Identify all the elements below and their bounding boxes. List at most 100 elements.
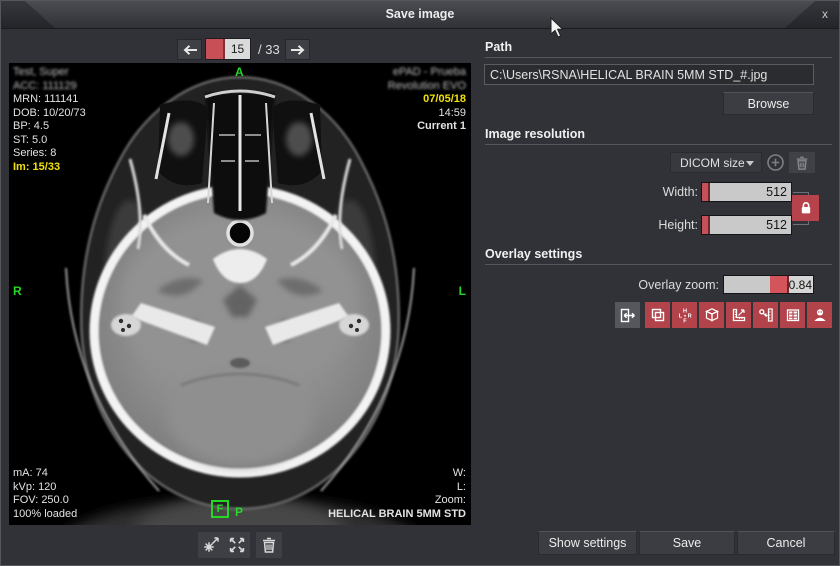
cube-3d-icon — [704, 307, 720, 323]
loaded-line: 100% loaded — [13, 508, 77, 522]
aspect-lock-button[interactable] — [792, 195, 819, 221]
overlay-zoom-label: Overlay zoom: — [561, 278, 719, 292]
close-icon[interactable]: x — [817, 6, 833, 22]
kvp-line: kVp: 120 — [13, 481, 77, 495]
resolution-section-divider — [485, 144, 832, 145]
previous-image-button[interactable] — [177, 39, 202, 60]
st-line: ST: 5.0 — [13, 134, 86, 148]
width-label: Width: — [561, 185, 698, 199]
path-section-divider — [485, 57, 832, 58]
save-image-dialog: Save image x 15 / 33 — [0, 0, 840, 566]
plus-circle-icon — [766, 153, 785, 172]
cancel-button[interactable]: Cancel — [737, 531, 835, 555]
level-line: L: — [328, 481, 466, 495]
orientation-feet-box: F — [211, 500, 229, 518]
toggle-scale-button[interactable] — [753, 302, 778, 328]
height-spinner[interactable]: 512 — [701, 215, 792, 235]
image-number-spinner[interactable]: 15 — [205, 38, 251, 60]
size-preset-value: DICOM size — [680, 156, 745, 170]
browse-button[interactable]: Browse — [723, 92, 814, 115]
toggle-annotations-button[interactable] — [645, 302, 670, 328]
auto-adjust-button[interactable] — [198, 532, 224, 558]
fit-to-window-button[interactable] — [224, 532, 250, 558]
orientation-right: R — [13, 284, 22, 298]
image-index-line: Im: 15/33 — [13, 161, 86, 175]
height-label: Height: — [561, 218, 698, 232]
add-preset-button[interactable] — [765, 152, 786, 173]
overlay-top-right: ePAD - Prueba Revolution EVO 07/05/18 14… — [388, 66, 466, 134]
dialog-title: Save image — [1, 7, 839, 21]
save-button[interactable]: Save — [639, 531, 735, 555]
table-grid-icon — [785, 307, 801, 323]
toggle-grid-button[interactable] — [780, 302, 805, 328]
window-line: W: — [328, 467, 466, 481]
study-date: 07/05/18 — [388, 93, 466, 107]
overlay-toggle-row: HLRF — [615, 302, 832, 328]
ct-image-viewport[interactable]: Test, Super ACC: 111129 MRN: 111141 DOB:… — [9, 63, 471, 525]
toggle-3d-cube-button[interactable] — [699, 302, 724, 328]
zoom-line: Zoom: — [328, 494, 466, 508]
scanner-line: Revolution EVO — [388, 80, 466, 94]
path-input[interactable] — [484, 64, 814, 85]
spinner-fill[interactable] — [206, 39, 225, 59]
show-settings-button[interactable]: Show settings — [538, 531, 637, 555]
overlay-zoom-slider[interactable]: 0.84 — [723, 275, 814, 294]
svg-text:H: H — [682, 308, 686, 314]
series-description: HELICAL BRAIN 5MM STD — [328, 508, 466, 522]
current-label: Current 1 — [388, 120, 466, 134]
arrow-right-icon — [290, 44, 306, 56]
width-value[interactable]: 512 — [710, 183, 791, 201]
institution-line: ePAD - Prueba — [388, 66, 466, 80]
path-section-heading: Path — [485, 40, 512, 54]
overlay-bottom-left: mA: 74 kVp: 120 FOV: 250.0 100% loaded — [13, 467, 77, 521]
toggle-measurements-button[interactable] — [726, 302, 751, 328]
overlay-top-left: Test, Super ACC: 111129 MRN: 111141 DOB:… — [13, 66, 86, 174]
trash-icon — [795, 155, 809, 171]
dob-line: DOB: 10/20/73 — [13, 107, 86, 121]
mrn-line: MRN: 111141 — [13, 93, 86, 107]
size-preset-dropdown[interactable]: DICOM size — [670, 152, 762, 173]
orientation-anterior: A — [235, 65, 244, 79]
ma-line: mA: 74 — [13, 467, 77, 481]
chevron-down-icon — [746, 161, 754, 166]
delete-image-button[interactable] — [256, 532, 282, 558]
width-spinner[interactable]: 512 — [701, 182, 792, 202]
toggle-all-overlays-button[interactable] — [615, 302, 640, 328]
trash-icon — [261, 536, 277, 554]
slider-track[interactable] — [724, 276, 770, 293]
arrow-left-icon — [182, 44, 198, 56]
stacked-frames-icon — [650, 307, 666, 323]
fov-line: FOV: 250.0 — [13, 494, 77, 508]
orientation-left: L — [459, 284, 466, 298]
overlay-bottom-right: W: L: Zoom: HELICAL BRAIN 5MM STD — [328, 467, 466, 521]
overlay-section-divider — [485, 264, 832, 265]
overlay-zoom-value[interactable]: 0.84 — [789, 276, 813, 293]
delete-preset-button[interactable] — [789, 152, 815, 173]
key-ruler-icon — [758, 307, 774, 323]
orientation-posterior: P — [235, 505, 243, 519]
study-time: 14:59 — [388, 107, 466, 121]
accession-number: ACC: 111129 — [13, 80, 86, 94]
toggle-patient-info-button[interactable] — [807, 302, 832, 328]
overlay-section-heading: Overlay settings — [485, 247, 582, 261]
current-image-number[interactable]: 15 — [225, 39, 250, 59]
slider-fill[interactable] — [770, 276, 787, 293]
image-count-label: / 33 — [258, 42, 280, 57]
title-bar: Save image x — [1, 1, 839, 29]
patient-name: Test, Super — [13, 66, 86, 80]
in-out-arrows-icon — [619, 307, 636, 324]
height-value[interactable]: 512 — [710, 216, 791, 234]
toggle-orientation-markers-button[interactable]: HLRF — [672, 302, 697, 328]
svg-text:R: R — [687, 314, 691, 320]
resolution-section-heading: Image resolution — [485, 127, 585, 141]
bp-line: BP: 4.5 — [13, 120, 86, 134]
lock-icon — [800, 201, 812, 215]
expand-arrows-icon — [228, 536, 246, 554]
svg-text:L: L — [678, 314, 682, 320]
series-line: Series: 8 — [13, 147, 86, 161]
next-image-button[interactable] — [285, 39, 310, 60]
ruler-angle-icon — [731, 307, 747, 323]
orientation-letters-icon: HLRF — [677, 307, 693, 323]
svg-text:F: F — [683, 318, 687, 323]
person-icon — [812, 307, 828, 323]
